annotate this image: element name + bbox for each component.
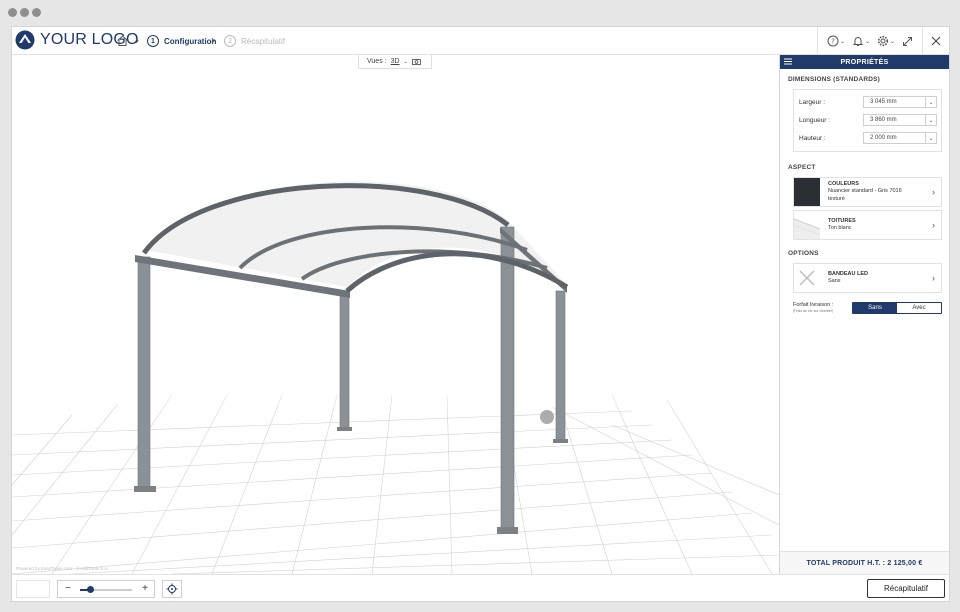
menu-icon[interactable]: [784, 58, 792, 65]
height-select[interactable]: 2 000 mm ⌄: [863, 132, 937, 144]
led-strip-card[interactable]: BANDEAU LED Sans ›: [793, 263, 942, 293]
roof-card[interactable]: TOITURES Ton blanc ›: [793, 210, 942, 240]
views-label: Vues :: [367, 58, 387, 65]
total-price: TOTAL PRODUIT H.T. : 2 125,00 €: [780, 551, 949, 574]
delivery-option: Forfait livraison : (Frais de rdv sur ch…: [793, 302, 942, 314]
color-swatch: [794, 178, 820, 206]
carport-3d-render: [12, 181, 779, 574]
copyright-text: Powered by EasyTrans.com - © AddTools S.…: [16, 566, 109, 571]
chevron-down-icon: ⌄: [840, 38, 846, 45]
dimensions-section-title: DIMENSIONS (STANDARDS): [788, 76, 881, 83]
panel-title: PROPRIÉTÉS: [840, 58, 889, 66]
recenter-button[interactable]: [162, 580, 182, 598]
panel-header: PROPRIÉTÉS: [780, 55, 949, 69]
toolbar-divider: [817, 27, 818, 55]
settings-button[interactable]: ⌄: [877, 33, 895, 49]
chevron-down-icon: ⌄: [925, 133, 936, 143]
step-recapitulatif[interactable]: 2 Récapitulatif: [224, 33, 285, 49]
bell-icon: [852, 37, 864, 46]
step-configuration[interactable]: 1 Configuration: [147, 33, 216, 49]
top-bar: YOUR LOGO › 1 Configuration › 2 Récapitu…: [12, 27, 949, 55]
delivery-option-sans[interactable]: Sans: [853, 303, 897, 313]
properties-panel: PROPRIÉTÉS DIMENSIONS (STANDARDS) Largeu…: [779, 55, 949, 574]
notifications-button[interactable]: ⌄: [852, 33, 870, 49]
step-number: 1: [147, 35, 159, 47]
roof-thumbnail: [794, 211, 820, 239]
chevron-down-icon: ⌄: [403, 58, 408, 65]
dimension-label: Longueur :: [799, 116, 831, 124]
window-titlebar: [0, 0, 960, 26]
toolbar-divider: [922, 27, 923, 55]
breadcrumb-chevron-icon: ›: [135, 33, 139, 47]
close-icon: [931, 36, 941, 46]
none-thumbnail: [794, 264, 820, 292]
home-icon[interactable]: [116, 34, 129, 47]
summary-button[interactable]: Récapitulatif: [867, 579, 945, 598]
views-value[interactable]: 3D: [391, 58, 400, 65]
dimension-value: 3 860 mm: [870, 117, 897, 123]
step-label: Récapitulatif: [241, 36, 286, 46]
help-button[interactable]: ? ⌄: [827, 33, 845, 49]
target-icon: [166, 583, 178, 595]
zoom-control: − +: [57, 580, 155, 598]
card-subtitle: Sans: [828, 278, 841, 284]
colors-card[interactable]: COULEURS Nuancier standard - Gris 7016 t…: [793, 177, 942, 207]
dimension-label: Largeur :: [799, 98, 826, 106]
step-label: Configuration: [164, 36, 217, 46]
3d-viewer[interactable]: Vues : 3D ⌄ Powered by EasyTrans.com - ©…: [12, 55, 779, 574]
floor-grid: [12, 394, 779, 574]
delivery-label: Forfait livraison :: [793, 302, 834, 309]
dimension-row-hauteur: Hauteur : 2 000 mm ⌄: [799, 129, 937, 147]
delivery-option-avec[interactable]: Avec: [897, 303, 941, 313]
help-circle-icon: ?: [827, 35, 839, 47]
card-title: TOITURES: [828, 217, 856, 224]
views-selector[interactable]: Vues : 3D ⌄: [358, 55, 432, 69]
close-button[interactable]: [931, 33, 941, 49]
zoom-in-button[interactable]: +: [142, 583, 148, 594]
chevron-right-icon: ›: [932, 187, 935, 197]
configurator-app: YOUR LOGO › 1 Configuration › 2 Récapitu…: [11, 26, 950, 602]
chevron-down-icon: ⌄: [865, 38, 871, 45]
card-subtitle: texturé: [828, 195, 845, 202]
dimensions-group: Largeur : 3 045 mm ⌄ Longueur : 3 860 mm ⌄…: [793, 89, 942, 152]
camera-icon[interactable]: [411, 58, 421, 65]
options-section-title: OPTIONS: [788, 250, 819, 257]
step-number: 2: [224, 35, 236, 47]
dimension-label: Hauteur :: [799, 134, 826, 142]
dimension-row-longueur: Longueur : 3 860 mm ⌄: [799, 111, 937, 129]
width-select[interactable]: 3 045 mm ⌄: [863, 96, 937, 108]
fullscreen-button[interactable]: [902, 33, 913, 49]
cursor-indicator: [540, 410, 554, 424]
logo-icon: [15, 30, 35, 50]
chevron-down-icon: ⌄: [925, 115, 936, 125]
breadcrumb-chevron-icon: ›: [211, 33, 215, 47]
expand-icon: [903, 36, 912, 46]
chevron-right-icon: ›: [932, 220, 935, 230]
aspect-section-title: ASPECT: [788, 164, 816, 171]
dimension-row-largeur: Largeur : 3 045 mm ⌄: [799, 93, 937, 111]
window-dot-maximize[interactable]: [32, 8, 41, 17]
bottom-bar: − + Récapitulatif: [12, 574, 949, 601]
undo-redo-group[interactable]: [16, 580, 50, 598]
svg-text:?: ?: [831, 38, 835, 46]
card-subtitle: Ton blanc: [828, 225, 852, 231]
length-select[interactable]: 3 860 mm ⌄: [863, 114, 937, 126]
window-dot-close[interactable]: [8, 8, 17, 17]
delivery-toggle[interactable]: Sans Avec: [852, 302, 942, 314]
card-title: BANDEAU LED: [828, 270, 869, 277]
zoom-slider-handle[interactable]: [87, 586, 95, 593]
card-title: COULEURS: [828, 180, 859, 187]
delivery-note: (Frais de rdv sur chantier): [793, 309, 834, 314]
chevron-right-icon: ›: [932, 273, 935, 283]
zoom-out-button[interactable]: −: [65, 583, 71, 594]
zoom-slider-track[interactable]: [80, 586, 132, 593]
gear-icon: [877, 35, 889, 47]
dimension-value: 2 000 mm: [870, 135, 897, 141]
chevron-down-icon: ⌄: [890, 38, 896, 45]
window-dot-minimize[interactable]: [20, 8, 29, 17]
card-subtitle: Nuancier standard - Gris 7016: [828, 188, 902, 195]
dimension-value: 3 045 mm: [870, 99, 897, 105]
chevron-down-icon: ⌄: [925, 97, 936, 107]
